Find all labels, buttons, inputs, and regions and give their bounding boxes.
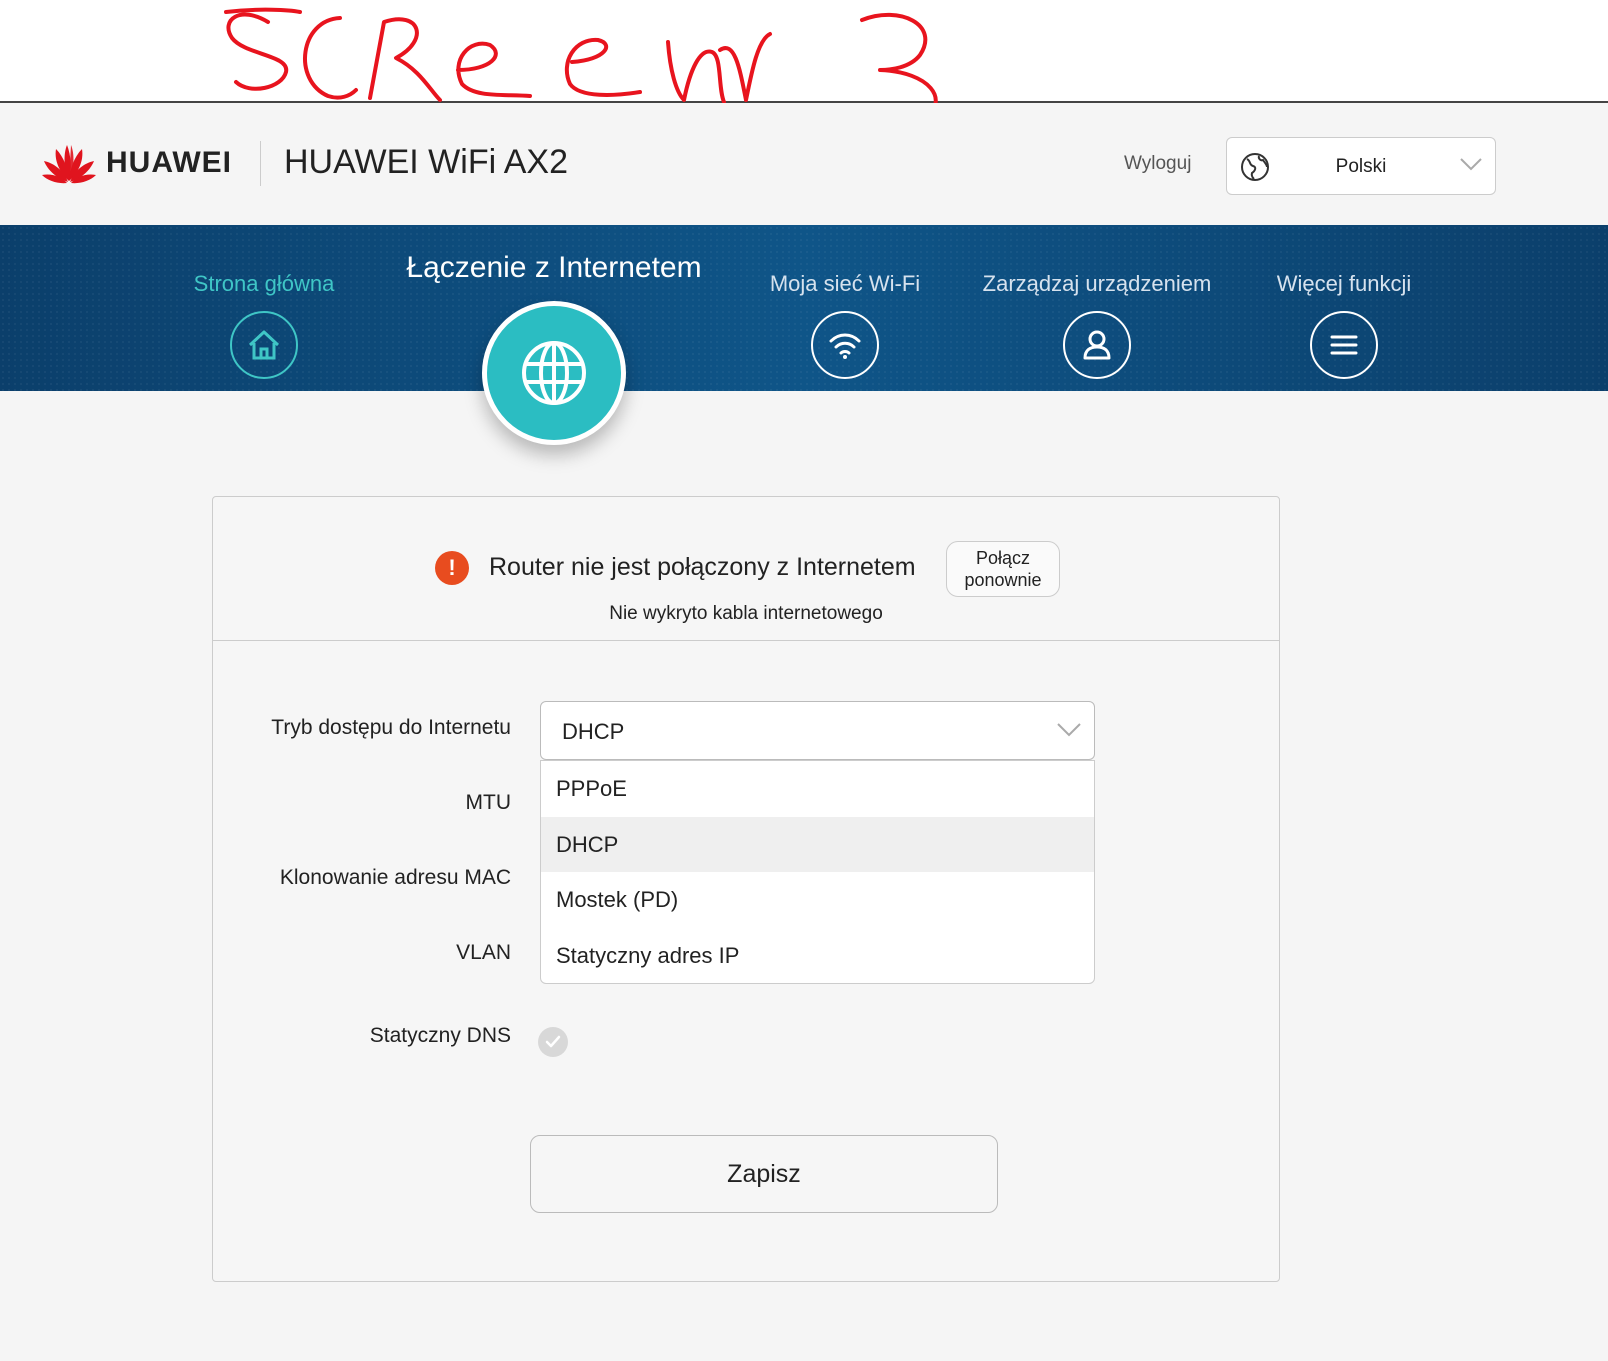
main-nav: Strona główna Łączenie z Internetem Moja… <box>0 225 1608 445</box>
nav-label-wifi: Moja sieć Wi-Fi <box>769 271 921 296</box>
reconnect-button[interactable]: Połącz ponownie <box>946 541 1060 597</box>
product-title: HUAWEI WiFi AX2 <box>284 143 568 181</box>
chevron-down-icon <box>1057 723 1081 737</box>
nav-item-device[interactable]: Zarządzaj urządzeniem <box>977 271 1217 379</box>
globe-icon <box>482 301 626 445</box>
user-icon <box>1063 311 1131 379</box>
nav-item-internet[interactable]: Łączenie z Internetem <box>393 251 715 445</box>
reconnect-label-1: Połącz <box>975 548 1031 568</box>
huawei-petal-icon <box>42 145 96 184</box>
logout-link[interactable]: Wyloguj <box>1124 153 1191 175</box>
chevron-down-icon <box>1460 158 1482 171</box>
option-bridge[interactable]: Mostek (PD) <box>541 872 1094 928</box>
wifi-icon <box>811 311 879 379</box>
home-icon <box>230 311 298 379</box>
nav-item-more[interactable]: Więcej funkcji <box>1266 271 1422 379</box>
brand-name: HUAWEI <box>106 146 232 179</box>
nav-label-device: Zarządzaj urządzeniem <box>982 271 1212 296</box>
access-mode-label: Tryb dostępu do Internetu <box>271 716 511 739</box>
language-select[interactable]: Polski <box>1226 137 1496 195</box>
option-pppoe[interactable]: PPPoE <box>541 761 1094 817</box>
connection-status: ! Router nie jest połączony z Internetem… <box>213 541 1279 601</box>
huawei-logo: HUAWEI <box>40 138 232 188</box>
header: HUAWEI HUAWEI WiFi AX2 Wyloguj Polski <box>0 103 1608 225</box>
save-button[interactable]: Zapisz <box>530 1135 998 1213</box>
header-divider <box>260 141 261 186</box>
nav-label-more: Więcej funkcji <box>1276 271 1412 296</box>
annotation-area <box>0 0 1608 127</box>
divider <box>213 640 1279 641</box>
nav-item-home[interactable]: Strona główna <box>188 271 340 379</box>
menu-icon <box>1310 311 1378 379</box>
static-dns-toggle[interactable] <box>538 1027 568 1057</box>
status-message: Router nie jest połączony z Internetem <box>489 553 916 581</box>
option-static-ip[interactable]: Statyczny adres IP <box>541 928 1094 984</box>
check-icon <box>545 1035 561 1048</box>
vlan-label: VLAN <box>456 941 511 964</box>
internet-settings-panel: ! Router nie jest połączony z Internetem… <box>212 496 1280 1282</box>
nav-label-home: Strona główna <box>193 271 335 296</box>
warning-icon: ! <box>435 551 469 585</box>
reconnect-label-2: ponownie <box>964 570 1042 590</box>
status-detail: Nie wykryto kabla internetowego <box>609 603 883 624</box>
option-dhcp[interactable]: DHCP <box>541 816 1094 872</box>
nav-label-internet: Łączenie z Internetem <box>406 251 702 284</box>
mac-clone-label: Klonowanie adresu MAC <box>279 866 511 889</box>
mtu-label: MTU <box>465 791 512 814</box>
access-mode-select[interactable]: DHCP <box>540 701 1095 760</box>
access-mode-dropdown: PPPoE DHCP Mostek (PD) Statyczny adres I… <box>540 760 1095 984</box>
nav-item-wifi[interactable]: Moja sieć Wi-Fi <box>764 271 926 379</box>
access-mode-value: DHCP <box>562 719 625 744</box>
static-dns-label: Statyczny DNS <box>369 1024 511 1047</box>
language-value: Polski <box>1335 156 1387 177</box>
